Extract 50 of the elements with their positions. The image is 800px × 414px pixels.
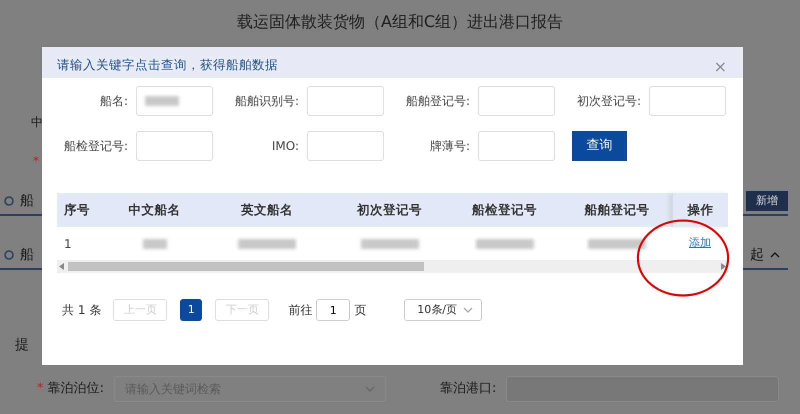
chevron-down-icon xyxy=(365,386,376,392)
table-cell-text: 1 xyxy=(64,236,72,252)
filter-field[interactable] xyxy=(307,131,384,161)
filter-label: 船检登记号: xyxy=(64,138,128,155)
filter-label: 船舶识别号: xyxy=(234,93,299,110)
filter-field[interactable] xyxy=(478,86,555,116)
add-button[interactable]: 新增 xyxy=(746,190,788,212)
goto-label: 前往 xyxy=(288,302,312,319)
section-title: 船 xyxy=(20,246,34,264)
section-icon xyxy=(4,196,14,206)
column-header: 船检登记号 xyxy=(472,200,537,219)
filter-label: 牌薄号: xyxy=(430,138,470,155)
field-label: 靠泊港口: xyxy=(440,380,496,398)
total-count: 共 1 条 xyxy=(62,302,102,319)
page-title: 载运固体散装货物（A组和C组）进出港口报告 xyxy=(236,11,564,33)
collapse-toggle[interactable]: 起 xyxy=(750,244,788,266)
filter-label: 初次登记号: xyxy=(576,93,641,110)
scroll-right-icon[interactable] xyxy=(721,263,726,270)
close-button[interactable]: × xyxy=(714,59,727,75)
horizontal-scrollbar[interactable] xyxy=(57,260,728,273)
dialog-title: 请输入关键字点击查询，获得船舶数据 xyxy=(57,56,278,74)
column-header: 船舶登记号 xyxy=(584,200,650,219)
page-size-select[interactable]: 10条/页 xyxy=(404,299,482,321)
column-header: 初次登记号 xyxy=(357,200,422,219)
filter-field[interactable] xyxy=(136,86,213,116)
column-header: 英文船名 xyxy=(241,200,293,219)
section-title: 船 xyxy=(20,192,34,210)
field-label: * 靠泊泊位: xyxy=(37,380,104,398)
filter-field[interactable] xyxy=(307,86,384,116)
scroll-left-icon[interactable] xyxy=(59,263,64,270)
form-label: 中 xyxy=(31,115,41,129)
page-suffix: 页 xyxy=(354,302,366,319)
column-header: 操作 xyxy=(688,200,714,219)
filter-field[interactable] xyxy=(136,131,213,161)
add-link[interactable]: 添加 xyxy=(689,235,711,252)
filter-field[interactable] xyxy=(478,131,555,161)
page-input[interactable]: 1 xyxy=(316,299,350,321)
required-mark: * xyxy=(33,155,40,167)
search-button[interactable]: 查询 xyxy=(572,131,627,161)
chevron-down-icon xyxy=(463,307,474,313)
filter-field[interactable] xyxy=(649,86,726,116)
filter-label: IMO: xyxy=(272,138,299,155)
column-header: 中文船名 xyxy=(128,200,180,219)
page-button[interactable]: 1 xyxy=(180,299,202,321)
section-icon xyxy=(4,250,14,260)
chevron-up-icon xyxy=(770,252,780,258)
form-label: 提 xyxy=(15,336,30,355)
filter-label: 船名: xyxy=(100,93,128,110)
column-header: 序号 xyxy=(64,200,90,219)
filter-label: 船舶登记号: xyxy=(406,93,470,110)
